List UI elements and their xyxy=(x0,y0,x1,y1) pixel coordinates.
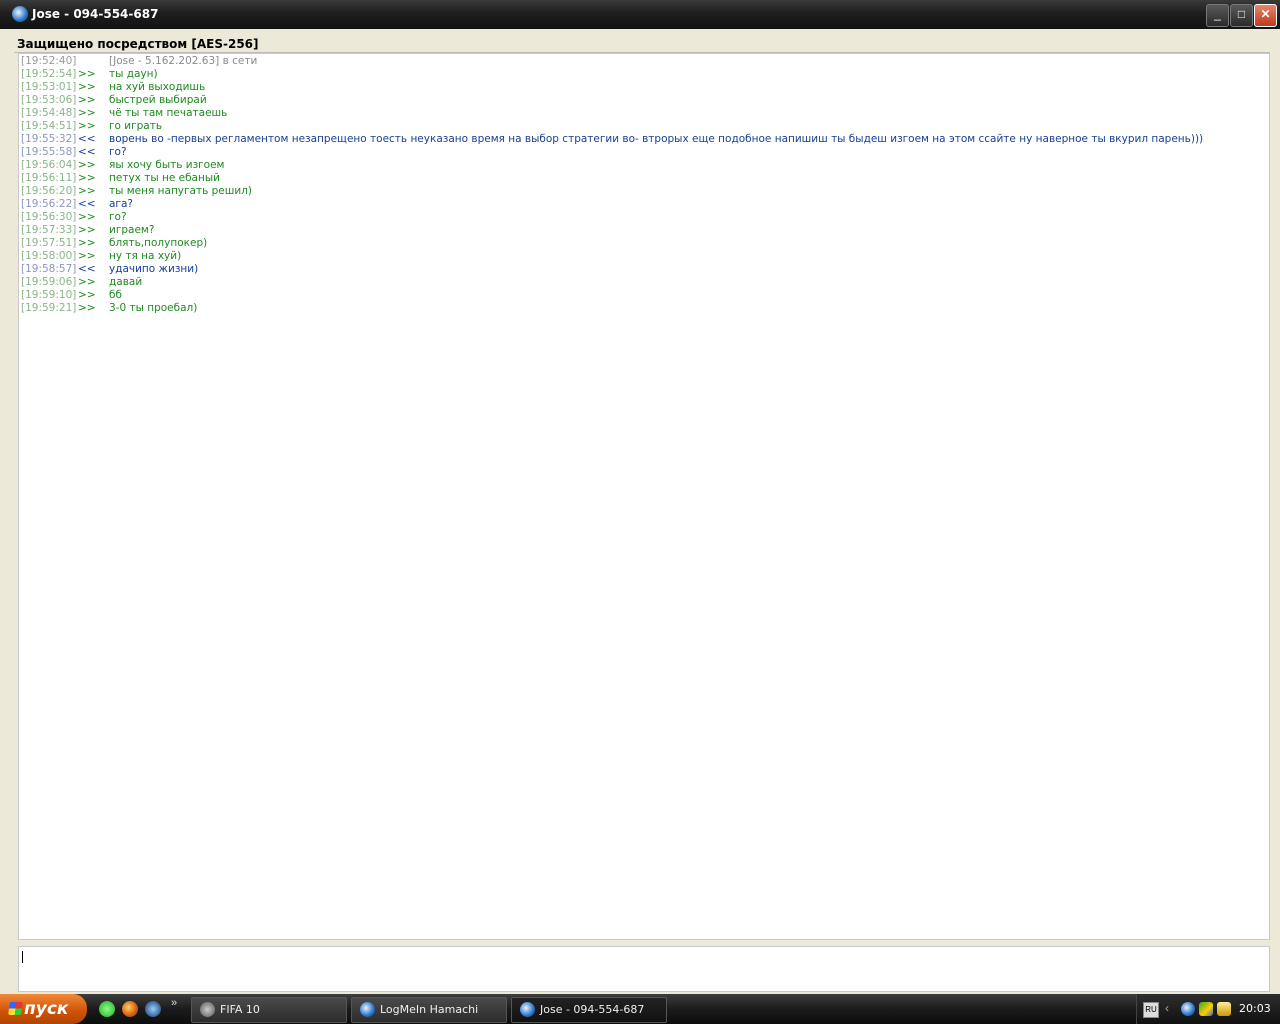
message-text: бб xyxy=(109,289,122,301)
message-text: ага? xyxy=(109,198,133,210)
message-time: [19:53:01] xyxy=(21,81,77,93)
message-time: [19:59:06] xyxy=(21,276,77,288)
message-direction: >> xyxy=(78,276,96,288)
message-text: го? xyxy=(109,211,127,223)
chevron-left-icon[interactable]: ‹ xyxy=(1165,1001,1169,1015)
system-tray: RU ‹ 20:03 xyxy=(1136,994,1280,1024)
message-text: быстрей выбирай xyxy=(109,94,207,106)
window-title: Jose - 094-554-687 xyxy=(32,7,159,21)
message-text: на хуй выходишь xyxy=(109,81,206,93)
taskbar-item-hamachi[interactable]: LogMeIn Hamachi xyxy=(351,997,507,1023)
chat-log[interactable]: [19:52:40] [Jose - 5.162.202.63] в сети [1… xyxy=(18,53,1270,940)
encryption-status: Защищено посредством [AES-256] xyxy=(17,37,259,51)
hamachi-tray-icon[interactable] xyxy=(1181,1002,1195,1016)
message-text: 3-0 ты проебал) xyxy=(109,302,198,314)
message-text: блять,полупокер) xyxy=(109,237,208,249)
message-text: удачипо жизни) xyxy=(109,263,199,275)
minimize-button[interactable]: _ xyxy=(1206,4,1229,27)
message-time: [19:57:33] xyxy=(21,224,77,236)
taskbar-item-fifa[interactable]: FIFA 10 xyxy=(191,997,347,1023)
message-time: [19:53:06] xyxy=(21,94,77,106)
message-time: [19:55:32] xyxy=(21,133,77,145)
taskbar-item-label: LogMeIn Hamachi xyxy=(380,1003,479,1016)
message-direction: >> xyxy=(78,107,96,119)
text-caret xyxy=(22,951,23,963)
message-text: го? xyxy=(109,146,127,158)
message-direction: >> xyxy=(78,224,96,236)
message-direction: >> xyxy=(78,68,96,80)
message-time: [19:59:21] xyxy=(21,302,77,314)
message-text: ты меня напугать решил) xyxy=(109,185,252,197)
message-text: чё ты там печатаешь xyxy=(109,107,228,119)
message-text: [Jose - 5.162.202.63] в сети xyxy=(109,55,258,67)
hamachi-icon xyxy=(520,1002,535,1017)
message-direction: >> xyxy=(78,172,96,184)
message-direction: >> xyxy=(78,185,96,197)
message-time: [19:54:48] xyxy=(21,107,77,119)
message-time: [19:56:11] xyxy=(21,172,77,184)
message-input[interactable] xyxy=(18,946,1270,992)
message-direction: << xyxy=(78,133,96,145)
message-direction: >> xyxy=(78,159,96,171)
message-text: ворень во -первых регламентом незапрещен… xyxy=(109,133,1204,145)
taskbar-item-label: Jose - 094-554-687 xyxy=(540,1003,645,1016)
firefox-icon[interactable] xyxy=(122,1001,138,1017)
start-label: пуск xyxy=(24,999,69,1019)
message-time: [19:59:10] xyxy=(21,289,77,301)
message-text: играем? xyxy=(109,224,155,236)
message-time: [19:56:04] xyxy=(21,159,77,171)
message-text: ты даун) xyxy=(109,68,158,80)
message-time: [19:57:51] xyxy=(21,237,77,249)
message-text: го играть xyxy=(109,120,163,132)
taskbar: пуск » FIFA 10 LogMeIn Hamachi Jose - 09… xyxy=(0,994,1280,1024)
title-bar[interactable]: Jose - 094-554-687 _ □ ✕ xyxy=(0,0,1280,29)
close-button[interactable]: ✕ xyxy=(1254,4,1277,27)
quicklaunch-more-icon[interactable]: » xyxy=(171,997,177,1009)
message-text: петух ты не ебаный xyxy=(109,172,220,184)
message-text: давай xyxy=(109,276,143,288)
hamachi-icon xyxy=(360,1002,375,1017)
language-indicator[interactable]: RU xyxy=(1143,1002,1159,1018)
message-direction: << xyxy=(78,198,96,210)
message-text: ну тя на хуй) xyxy=(109,250,182,262)
windows-logo-icon xyxy=(8,1002,23,1015)
message-time: [19:52:54] xyxy=(21,68,77,80)
close-icon: ✕ xyxy=(1260,7,1271,21)
quicklaunch-media-icon[interactable] xyxy=(145,1001,161,1017)
fifa-icon xyxy=(200,1002,215,1017)
message-time: [19:56:22] xyxy=(21,198,77,210)
app-tray-icon[interactable] xyxy=(1217,1002,1231,1016)
minimize-icon: _ xyxy=(1214,7,1221,21)
message-time: [19:56:30] xyxy=(21,211,77,223)
hamachi-icon xyxy=(12,6,28,22)
quicklaunch-app-icon[interactable] xyxy=(99,1001,115,1017)
message-direction: << xyxy=(78,146,96,158)
message-direction: >> xyxy=(78,289,96,301)
message-text: яы хочу быть изгоем xyxy=(109,159,225,171)
message-time: [19:54:51] xyxy=(21,120,77,132)
message-direction: >> xyxy=(78,120,96,132)
message-direction: >> xyxy=(78,250,96,262)
message-time: [19:56:20] xyxy=(21,185,77,197)
chat-window: Jose - 094-554-687 _ □ ✕ Защищено посред… xyxy=(0,0,1280,994)
message-direction: >> xyxy=(78,211,96,223)
taskbar-item-chat[interactable]: Jose - 094-554-687 xyxy=(511,997,667,1023)
clock: 20:03 xyxy=(1239,1002,1271,1015)
network-tray-icon[interactable] xyxy=(1199,1002,1213,1016)
message-direction: >> xyxy=(78,302,96,314)
maximize-icon: □ xyxy=(1237,7,1246,21)
message-direction: >> xyxy=(78,81,96,93)
taskbar-item-label: FIFA 10 xyxy=(220,1003,260,1016)
message-time: [19:58:00] xyxy=(21,250,77,262)
message-direction: << xyxy=(78,263,96,275)
message-time: [19:58:57] xyxy=(21,263,77,275)
message-direction: >> xyxy=(78,94,96,106)
maximize-button[interactable]: □ xyxy=(1230,4,1253,27)
message-time: [19:55:58] xyxy=(21,146,77,158)
message-direction: >> xyxy=(78,237,96,249)
start-button[interactable]: пуск xyxy=(0,994,87,1024)
message-time: [19:52:40] xyxy=(21,55,77,67)
